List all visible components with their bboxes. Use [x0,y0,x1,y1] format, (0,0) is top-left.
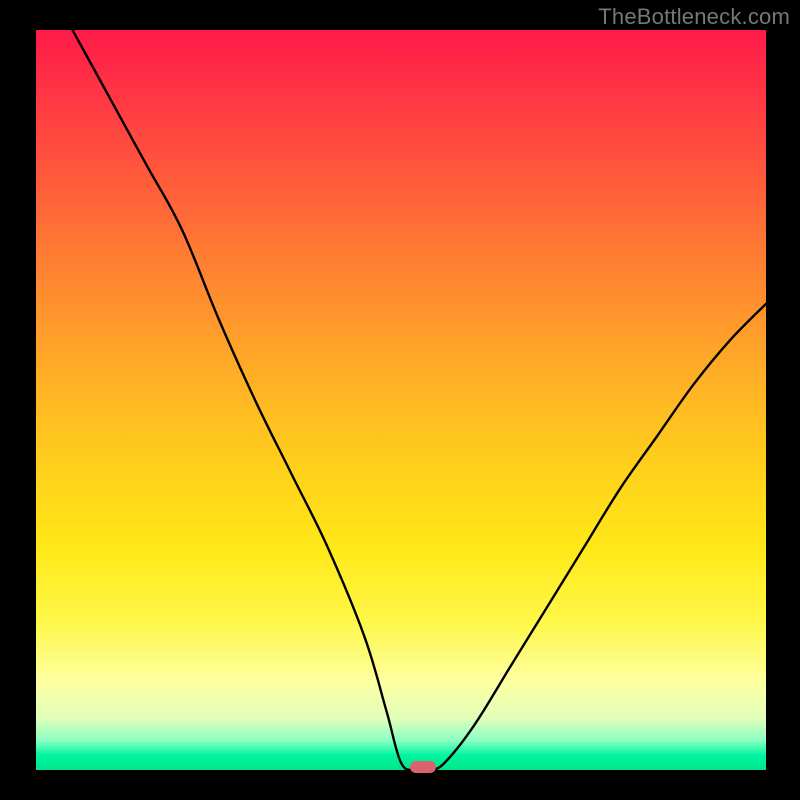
chart-frame: TheBottleneck.com [0,0,800,800]
plot-area [36,30,766,770]
curve-svg [36,30,766,770]
watermark-text: TheBottleneck.com [598,4,790,30]
minimum-marker [410,761,436,773]
bottleneck-curve [73,30,767,770]
